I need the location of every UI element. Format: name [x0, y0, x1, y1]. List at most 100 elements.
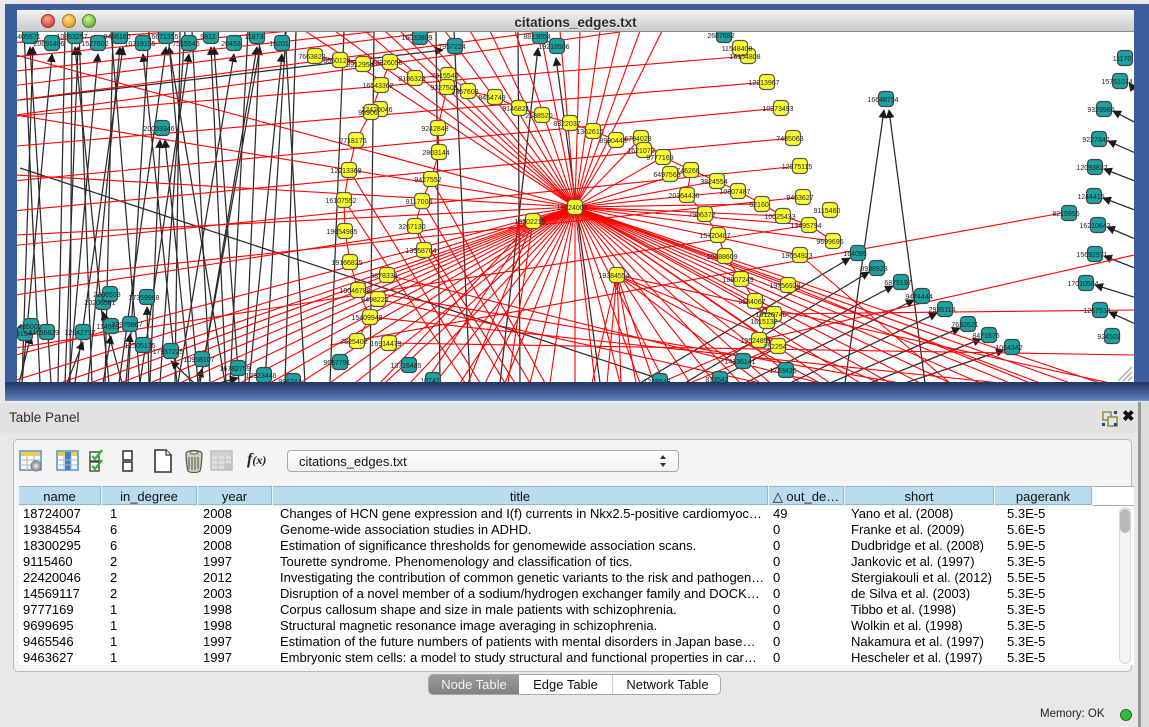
svg-text:9146821: 9146821	[502, 106, 529, 113]
svg-text:996244: 996244	[278, 379, 301, 382]
svg-text:18724007: 18724007	[556, 205, 587, 212]
svg-text:7485063: 7485063	[776, 136, 803, 143]
svg-text:7625402: 7625402	[340, 339, 367, 346]
svg-text:9777169: 9777169	[646, 155, 673, 162]
svg-text:62160: 62160	[749, 202, 769, 209]
svg-text:16782759: 16782759	[219, 366, 250, 373]
svg-text:1733426: 1733426	[769, 368, 796, 375]
svg-text:11873: 11873	[245, 34, 264, 41]
svg-text:16543362: 16543362	[362, 83, 393, 90]
svg-text:6879197: 6879197	[884, 280, 911, 287]
svg-text:16914479: 16914479	[370, 341, 401, 348]
svg-text:924502: 924502	[1097, 334, 1120, 341]
svg-text:15692971: 15692971	[1076, 252, 1107, 259]
svg-text:1244415: 1244415	[1077, 194, 1104, 201]
svg-text:16120746: 16120746	[755, 312, 786, 319]
svg-text:17957225: 17957225	[152, 349, 183, 356]
svg-text:7986372: 7986372	[688, 212, 715, 219]
svg-text:10742: 10742	[420, 378, 440, 382]
svg-text:10958107: 10958107	[183, 357, 214, 364]
svg-text:252254: 252254	[763, 344, 786, 351]
svg-text:11170: 11170	[1113, 56, 1132, 63]
svg-text:2935114: 2935114	[929, 307, 956, 314]
svg-text:9329966: 9329966	[1087, 107, 1114, 114]
svg-text:8813054: 8813054	[523, 34, 550, 41]
svg-text:7663822: 7663822	[298, 54, 325, 61]
svg-text:19218506: 19218506	[538, 44, 569, 51]
svg-text:10973493: 10973493	[762, 106, 793, 113]
svg-text:8186323: 8186323	[398, 76, 425, 83]
svg-text:2803144: 2803144	[422, 150, 449, 157]
svg-text:15302215: 15302215	[514, 219, 545, 226]
svg-text:2206503: 2206503	[93, 292, 120, 299]
svg-text:13716485: 13716485	[390, 363, 421, 370]
svg-text:12923446: 12923446	[245, 373, 276, 380]
svg-text:3824554: 3824554	[700, 179, 727, 186]
svg-text:8454749: 8454749	[478, 95, 505, 102]
svg-text:1527602: 1527602	[81, 41, 108, 48]
svg-text:8912954: 8912954	[346, 62, 373, 69]
svg-text:20691406: 20691406	[33, 41, 64, 48]
svg-text:12975115: 12975115	[782, 164, 813, 171]
svg-text:9684067: 9684067	[738, 299, 765, 306]
svg-text:9699695: 9699695	[816, 239, 843, 246]
svg-text:7515546: 7515546	[431, 73, 458, 80]
svg-text:746266: 746266	[676, 168, 699, 175]
svg-text:20364436: 20364436	[668, 193, 699, 200]
svg-text:23226058: 23226058	[371, 60, 402, 67]
svg-text:16210643: 16210643	[1079, 223, 1110, 230]
svg-text:9227342: 9227342	[1082, 137, 1109, 144]
svg-text:12505135: 12505135	[124, 343, 155, 350]
svg-text:14136141: 14136141	[724, 359, 755, 366]
svg-text:16107552: 16107552	[325, 198, 356, 205]
svg-text:13495794: 13495794	[790, 223, 821, 230]
svg-text:8878334: 8878334	[370, 273, 397, 280]
svg-text:20206561: 20206561	[84, 300, 115, 307]
svg-text:20053346: 20053346	[143, 126, 174, 133]
svg-text:2367608: 2367608	[451, 89, 478, 96]
svg-text:7515546: 7515546	[172, 41, 199, 48]
svg-text:12942737: 12942737	[64, 330, 95, 337]
svg-text:18807249: 18807249	[722, 277, 753, 284]
svg-text:2718176: 2718176	[339, 138, 366, 145]
svg-text:19756928: 19756928	[769, 283, 800, 290]
svg-text:10807487: 10807487	[719, 189, 750, 196]
svg-text:10688609: 10688609	[706, 254, 737, 261]
svg-text:9474444: 9474444	[905, 294, 932, 301]
svg-text:1405571: 1405571	[17, 34, 41, 41]
svg-text:164095: 164095	[843, 251, 866, 258]
svg-text:9427552: 9427552	[414, 177, 441, 184]
svg-text:9463627: 9463627	[786, 195, 813, 202]
svg-text:8322037: 8322037	[553, 121, 580, 128]
svg-text:15720407: 15720407	[699, 233, 730, 240]
svg-text:9117004: 9117004	[406, 199, 433, 206]
svg-text:11156829: 11156829	[29, 330, 59, 337]
svg-text:19654985: 19654985	[326, 229, 357, 236]
svg-text:1362615: 1362615	[576, 129, 603, 136]
svg-text:19384554: 19384554	[598, 273, 629, 280]
svg-text:873542: 873542	[705, 377, 728, 382]
svg-text:2588520: 2588520	[525, 113, 552, 120]
svg-text:8215955: 8215955	[1052, 211, 1079, 218]
svg-text:12213369: 12213369	[330, 168, 361, 175]
svg-text:1064342: 1064342	[995, 345, 1022, 352]
svg-text:10025433: 10025433	[764, 214, 795, 221]
svg-text:9115460: 9115460	[814, 208, 841, 215]
svg-text:1248548: 1248548	[643, 379, 670, 382]
svg-text:9242848: 9242848	[421, 126, 448, 133]
svg-text:19166825: 19166825	[331, 260, 362, 267]
svg-text:33975867: 33975867	[111, 322, 142, 329]
svg-text:3267130: 3267130	[398, 224, 425, 231]
svg-text:10719155: 10719155	[124, 41, 155, 48]
svg-text:17010504: 17010504	[1067, 281, 1098, 288]
svg-text:9657791: 9657791	[323, 360, 350, 367]
svg-text:6794028: 6794028	[624, 136, 651, 143]
svg-text:16154808: 16154808	[729, 54, 760, 61]
svg-text:1267534: 1267534	[1083, 308, 1110, 315]
svg-text:1621072: 1621072	[627, 148, 654, 155]
svg-text:8471676: 8471676	[972, 333, 999, 340]
svg-text:98906: 98906	[358, 110, 378, 117]
svg-text:12213967: 12213967	[748, 80, 779, 87]
svg-text:8938923: 8938923	[860, 266, 887, 273]
svg-text:20453: 20453	[221, 41, 241, 48]
